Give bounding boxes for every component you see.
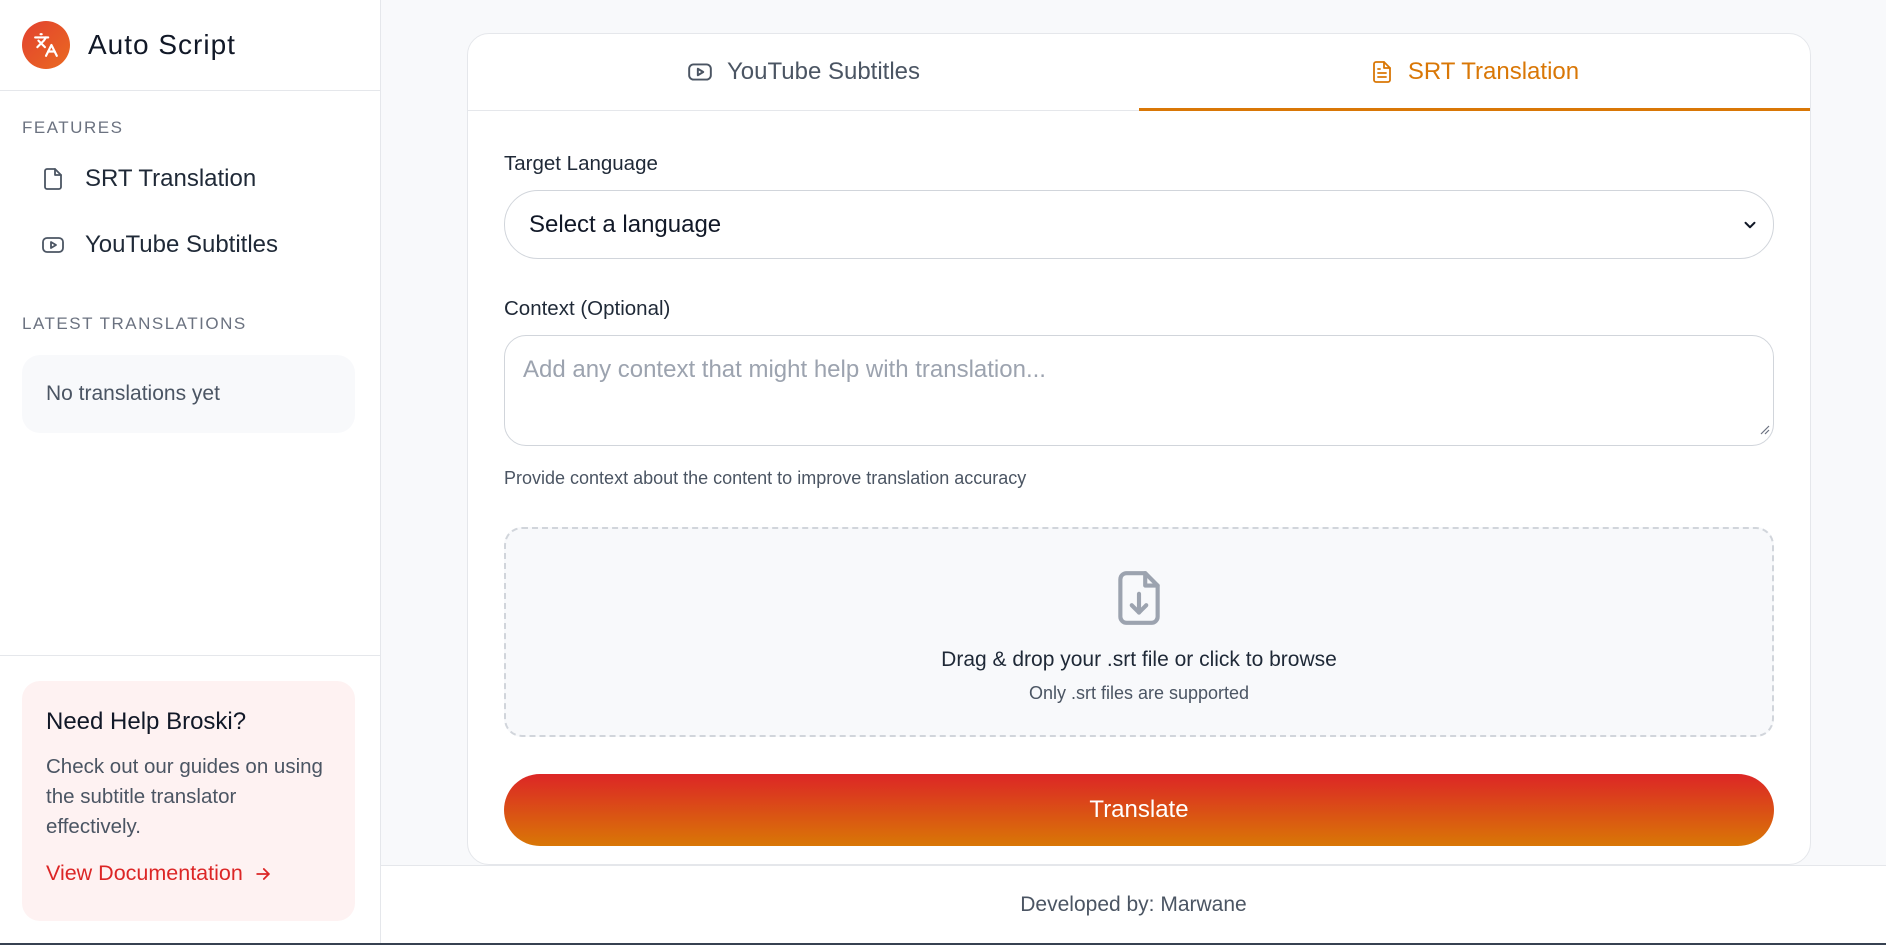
tab-label: YouTube Subtitles [726,58,921,85]
tab-bar: YouTube Subtitles SRT Translation [468,34,1810,111]
app-title: Auto Script [88,29,236,60]
arrow-right-icon [253,864,273,884]
translation-form: Target Language Select a language Contex… [468,152,1810,846]
dropzone-title: Drag & drop your .srt file or click to b… [941,648,1337,671]
target-language-value: Select a language [529,210,722,238]
view-documentation-link[interactable]: View Documentation [46,861,331,886]
youtube-icon [687,59,713,85]
context-label: Context (Optional) [504,297,671,320]
tab-srt-translation[interactable]: SRT Translation [1139,34,1810,111]
sidebar-footer: Need Help Broski? Check out our guides o… [0,655,380,921]
help-text: Check out our guides on using the subtit… [46,755,323,838]
translation-card: YouTube Subtitles SRT Translation Target… [467,33,1811,865]
context-hint: Provide context about the content to imp… [504,468,1027,488]
sidebar-item-label: SRT Translation [85,165,257,192]
context-placeholder: Add any context that might help with tra… [523,356,1046,383]
help-title: Need Help Broski? [46,708,247,735]
sidebar-item-srt-translation[interactable]: SRT Translation [0,146,380,212]
target-language-label: Target Language [504,152,658,175]
latest-translations-empty: No translations yet [22,355,355,433]
help-card: Need Help Broski? Check out our guides o… [22,681,355,921]
dropzone-subtitle: Only .srt files are supported [1028,683,1250,703]
brand-header: Auto Script [0,0,380,91]
translate-button[interactable]: Translate [504,774,1774,846]
translate-icon [22,21,70,69]
context-textarea[interactable]: Add any context that might help with tra… [504,335,1774,446]
features-section-label: FEATURES [22,118,124,137]
chevron-down-icon [1741,216,1759,234]
tab-label: SRT Translation [1407,58,1580,85]
document-text-icon [1370,59,1394,85]
target-language-select[interactable]: Select a language [504,190,1774,259]
sidebar: Auto Script FEATURES SRT Translation You… [0,0,381,945]
footer-credit: Developed by: Marwane [1020,893,1247,916]
youtube-icon [40,232,66,258]
latest-translations-label: LATEST TRANSLATIONS [22,314,247,333]
help-link-label: View Documentation [46,861,243,885]
sidebar-item-youtube-subtitles[interactable]: YouTube Subtitles [0,212,380,278]
page-footer: Developed by: Marwane [381,865,1886,944]
file-icon [40,166,66,192]
tab-youtube-subtitles[interactable]: YouTube Subtitles [468,34,1139,110]
file-download-icon [1114,569,1164,632]
resize-grip-icon[interactable] [1758,414,1770,442]
sidebar-item-label: YouTube Subtitles [85,231,279,258]
srt-dropzone[interactable]: Drag & drop your .srt file or click to b… [504,527,1774,737]
